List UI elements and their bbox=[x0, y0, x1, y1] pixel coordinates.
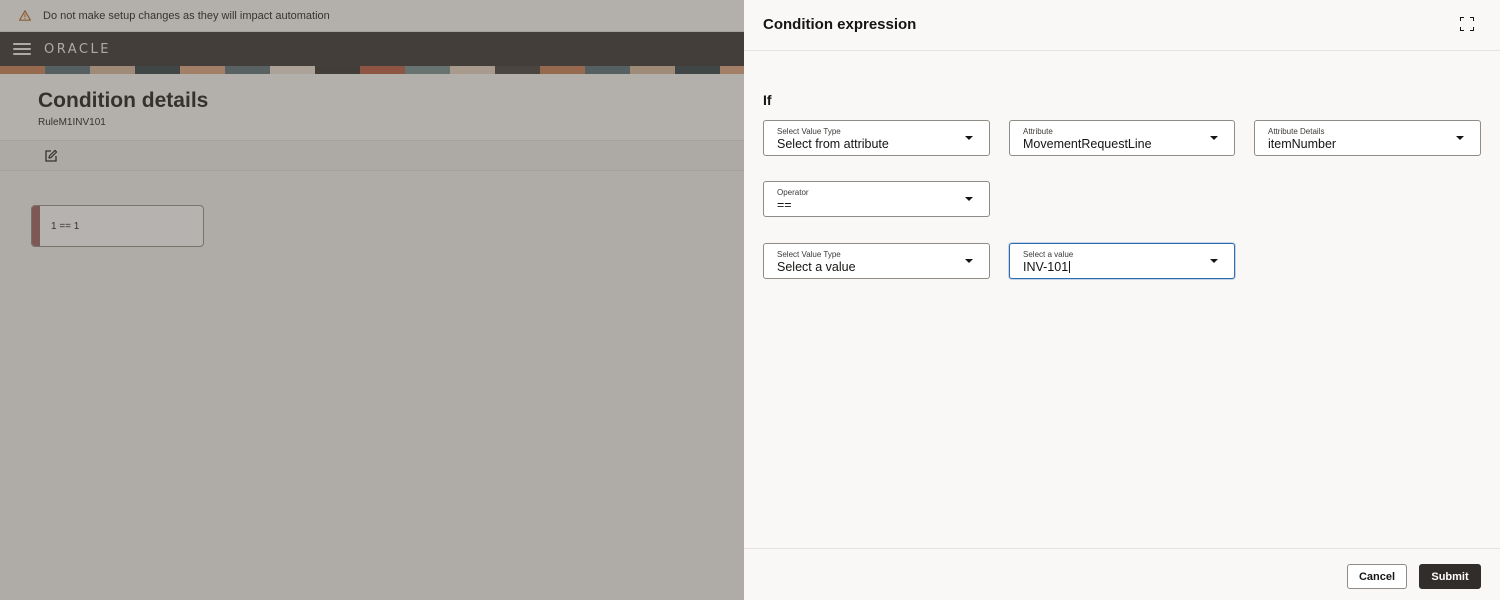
field-value: itemNumber bbox=[1268, 137, 1337, 151]
left-value-type-select[interactable]: Select Value Type Select from attribute bbox=[763, 120, 990, 156]
cancel-button[interactable]: Cancel bbox=[1347, 564, 1407, 589]
operator-select[interactable]: Operator == bbox=[763, 181, 990, 217]
modal-overlay[interactable] bbox=[0, 0, 744, 600]
field-label: Operator bbox=[777, 188, 809, 197]
caret-down-icon[interactable] bbox=[965, 136, 973, 140]
field-value: == bbox=[777, 198, 792, 212]
caret-down-icon[interactable] bbox=[1210, 136, 1218, 140]
caret-down-icon[interactable] bbox=[1456, 136, 1464, 140]
caret-down-icon[interactable] bbox=[965, 259, 973, 263]
field-label: Select Value Type bbox=[777, 250, 841, 259]
submit-button[interactable]: Submit bbox=[1419, 564, 1481, 589]
field-label: Select a value bbox=[1023, 250, 1074, 259]
if-label: If bbox=[763, 92, 772, 108]
value-combobox[interactable]: Select a value INV-101 bbox=[1009, 243, 1235, 279]
condition-expression-drawer: Condition expression If Select Value Typ… bbox=[744, 0, 1500, 600]
text-cursor bbox=[1069, 261, 1071, 273]
field-value[interactable]: INV-101 bbox=[1023, 260, 1068, 274]
right-value-type-select[interactable]: Select Value Type Select a value bbox=[763, 243, 990, 279]
caret-down-icon[interactable] bbox=[1210, 259, 1218, 263]
drawer-footer: Cancel Submit bbox=[744, 548, 1500, 600]
field-value: Select from attribute bbox=[777, 137, 889, 151]
field-value: MovementRequestLine bbox=[1023, 137, 1152, 151]
attribute-details-select[interactable]: Attribute Details itemNumber bbox=[1254, 120, 1481, 156]
field-label: Select Value Type bbox=[777, 127, 841, 136]
field-label: Attribute bbox=[1023, 127, 1053, 136]
attribute-select[interactable]: Attribute MovementRequestLine bbox=[1009, 120, 1235, 156]
caret-down-icon[interactable] bbox=[965, 197, 973, 201]
field-value-wrapper[interactable]: INV-101 bbox=[1023, 260, 1071, 274]
expand-icon[interactable] bbox=[1460, 17, 1474, 31]
field-label: Attribute Details bbox=[1268, 127, 1325, 136]
field-value: Select a value bbox=[777, 260, 856, 274]
drawer-title: Condition expression bbox=[763, 16, 917, 33]
drawer-header: Condition expression bbox=[744, 0, 1500, 51]
